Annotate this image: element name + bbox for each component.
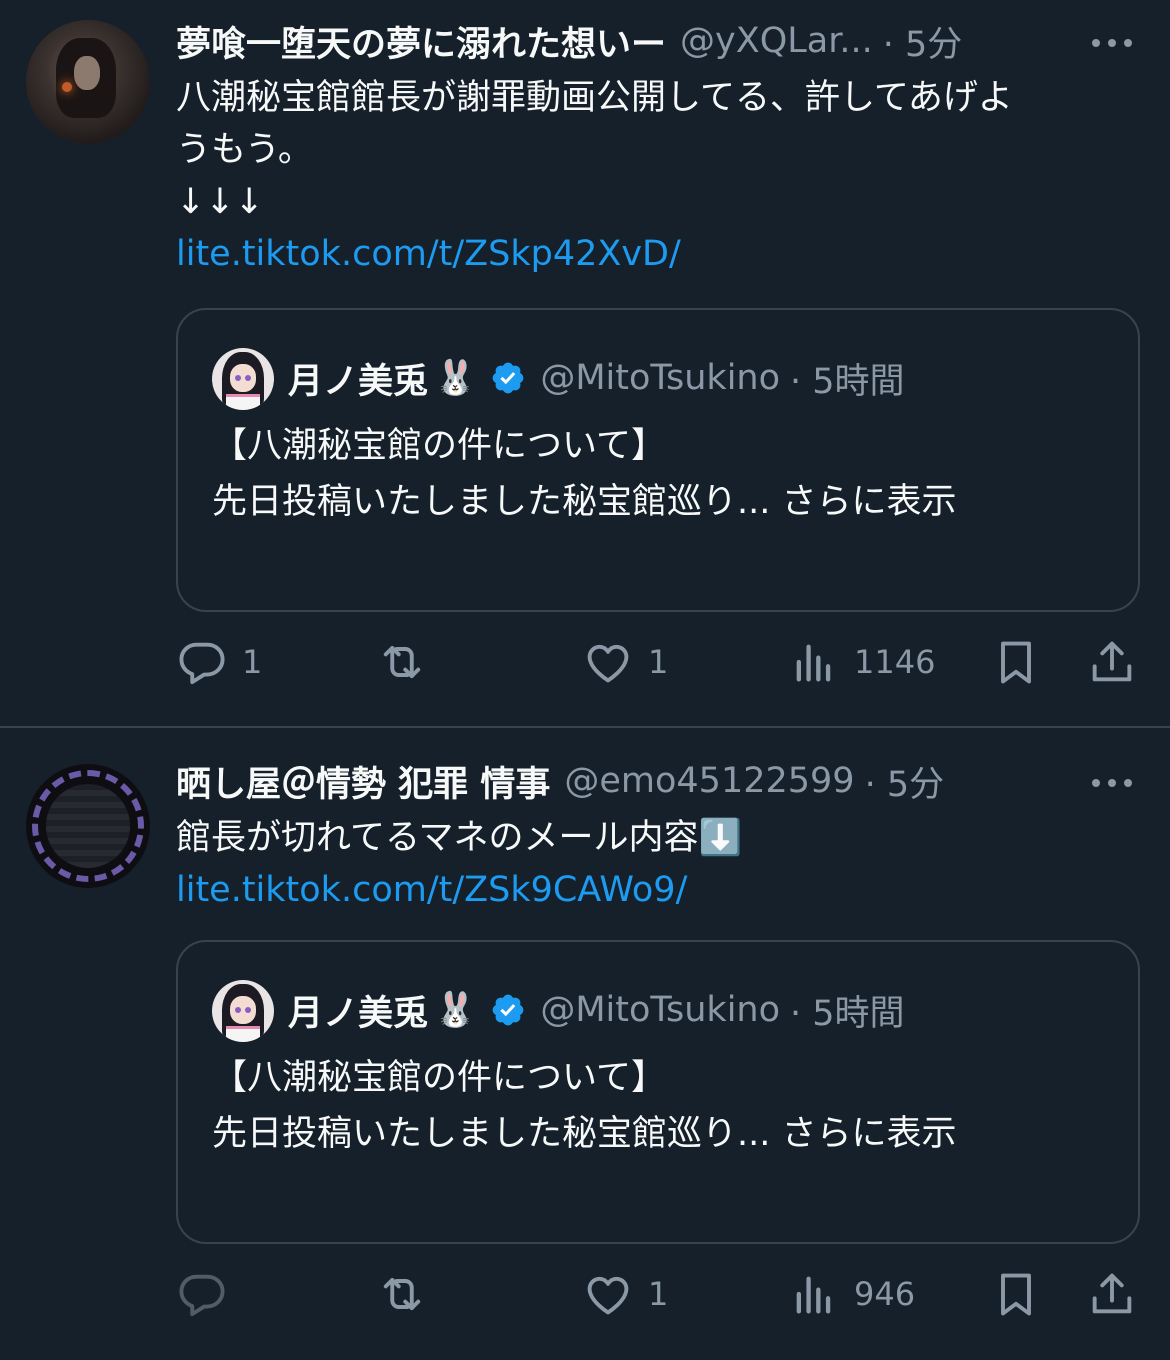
author-name[interactable]: 晒し屋＠情勢 犯罪 情事 — [176, 756, 550, 807]
retweet-icon — [383, 645, 421, 679]
tweet-text-line: 八潮秘宝館館長が謝罪動画公開してる、許してあげよ — [176, 78, 1013, 118]
bookmark-button[interactable] — [990, 632, 1042, 692]
share-button[interactable] — [1086, 1264, 1138, 1324]
bookmark-icon — [1001, 1273, 1031, 1316]
views-count: 946 — [854, 1275, 916, 1313]
rabbit-emoji: 🐰 — [434, 358, 477, 398]
author-handle[interactable]: @yXQLar... — [680, 21, 873, 61]
action-bar: 1 1 1146 — [176, 632, 1140, 692]
views-count: 1146 — [854, 643, 936, 681]
avatar[interactable] — [212, 980, 274, 1042]
quote-tweet[interactable]: 月ノ美兎 🐰 @MitoTsukino · 5時間 【八潮秘宝館の件について】 … — [176, 940, 1140, 1244]
views-icon — [796, 1276, 831, 1314]
reply-count: 1 — [242, 643, 263, 681]
avatar[interactable] — [26, 764, 150, 888]
bookmark-icon — [1001, 641, 1031, 684]
retweet-icon — [383, 1277, 421, 1311]
share-button[interactable] — [1086, 632, 1138, 692]
retweet-button[interactable] — [376, 632, 442, 692]
author-handle[interactable]: @emo45122599 — [564, 761, 854, 801]
quote-author-handle[interactable]: @MitoTsukino — [540, 990, 780, 1030]
quote-author-name[interactable]: 月ノ美兎 — [288, 985, 428, 1036]
more-options-icon[interactable] — [1082, 18, 1142, 68]
author-name[interactable]: 夢喰一堕天の夢に溺れた想いー — [176, 16, 666, 67]
timestamp[interactable]: · 5分 — [883, 16, 963, 67]
action-bar: 1 946 — [176, 1264, 1140, 1324]
retweet-button[interactable] — [376, 1264, 442, 1324]
reply-icon — [179, 1274, 225, 1317]
tweet-text: 八潮秘宝館館長が謝罪動画公開してる、許してあげよ うもう。 ↓↓↓ lite.t… — [176, 72, 1013, 280]
quote-text-line: 先日投稿いたしました秘宝館巡り... さらに表示 — [212, 1114, 957, 1154]
avatar[interactable] — [26, 20, 150, 144]
bookmark-button[interactable] — [990, 1264, 1042, 1324]
timestamp[interactable]: · 5時間 — [790, 985, 905, 1036]
verified-badge-icon — [492, 362, 524, 394]
heart-icon — [587, 644, 629, 683]
quote-author-handle[interactable]: @MitoTsukino — [540, 358, 780, 398]
timestamp[interactable]: · 5時間 — [790, 353, 905, 404]
tweet-link[interactable]: lite.tiktok.com/t/ZSk9CAWo9/ — [176, 864, 742, 916]
like-count: 1 — [648, 643, 669, 681]
quote-tweet[interactable]: 月ノ美兎 🐰 @MitoTsukino · 5時間 【八潮秘宝館の件について】 … — [176, 308, 1140, 612]
like-button[interactable]: 1 — [582, 632, 668, 692]
views-button[interactable]: 1146 — [788, 632, 935, 692]
quote-author-name[interactable]: 月ノ美兎 — [288, 353, 428, 404]
views-icon — [796, 644, 831, 682]
tweet-link[interactable]: lite.tiktok.com/t/ZSkp42XvD/ — [176, 228, 1013, 280]
tweet-text-line: 館長が切れてるマネのメール内容⬇️ — [176, 818, 743, 858]
avatar[interactable] — [212, 348, 274, 410]
tweet-text-line: うもう。 — [176, 130, 313, 170]
more-options-icon[interactable] — [1082, 758, 1142, 808]
reply-icon — [179, 642, 225, 685]
rabbit-emoji: 🐰 — [434, 990, 477, 1030]
like-count: 1 — [648, 1275, 669, 1313]
views-button[interactable]: 946 — [788, 1264, 915, 1324]
verified-badge-icon — [492, 994, 524, 1026]
tweet[interactable]: 晒し屋＠情勢 犯罪 情事 @emo45122599 · 5分 館長が切れてるマネ… — [0, 728, 1170, 1360]
quote-text-line: 【八潮秘宝館の件について】 — [212, 1058, 666, 1098]
share-icon — [1092, 641, 1132, 682]
tweet-text: 館長が切れてるマネのメール内容⬇️ lite.tiktok.com/t/ZSk9… — [176, 812, 742, 916]
timestamp[interactable]: · 5分 — [865, 756, 945, 807]
reply-button[interactable]: 1 — [176, 632, 262, 692]
quote-text-line: 【八潮秘宝館の件について】 — [212, 426, 666, 466]
like-button[interactable]: 1 — [582, 1264, 668, 1324]
quote-text-line: 先日投稿いたしました秘宝館巡り... さらに表示 — [212, 482, 957, 522]
tweet[interactable]: 夢喰一堕天の夢に溺れた想いー @yXQLar... · 5分 八潮秘宝館館長が謝… — [0, 0, 1170, 726]
share-icon — [1092, 1273, 1132, 1314]
reply-button[interactable] — [176, 1264, 242, 1324]
tweet-text-line: ↓↓↓ — [176, 182, 264, 222]
heart-icon — [587, 1276, 629, 1315]
